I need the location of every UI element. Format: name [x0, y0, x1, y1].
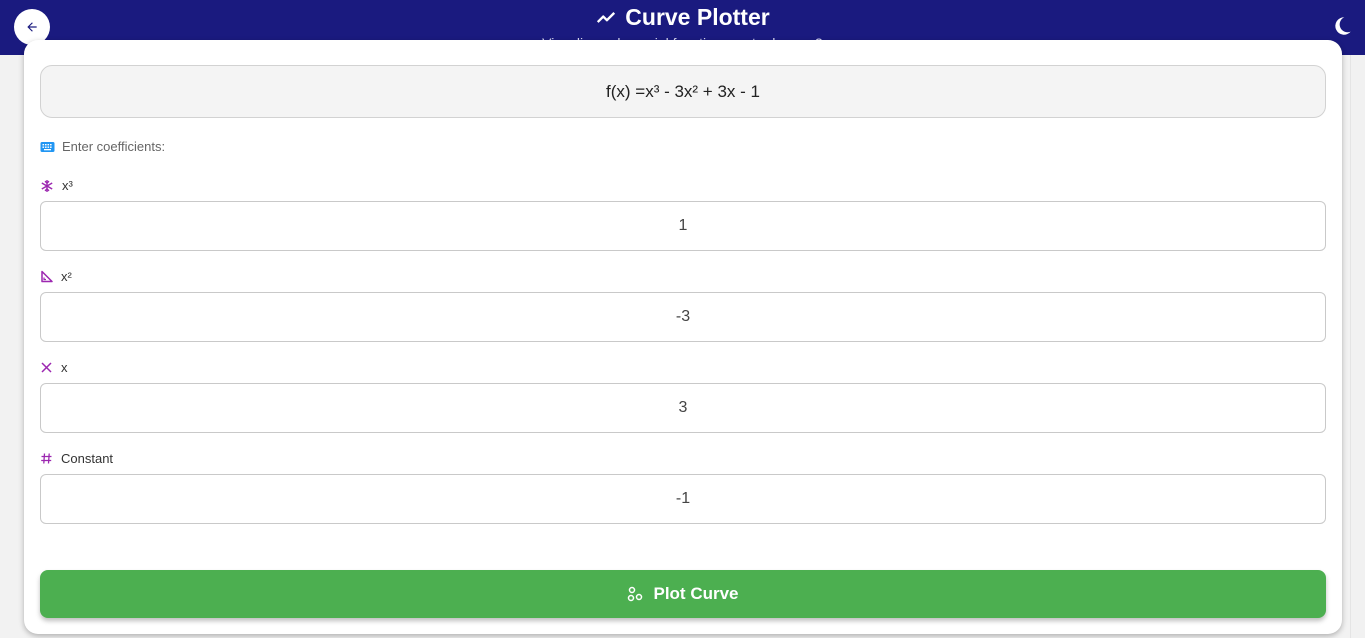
field-label-text: x: [61, 360, 68, 375]
close-icon: [40, 361, 53, 374]
formula-display: f(x) =x³ - 3x² + 3x - 1: [40, 65, 1326, 118]
field-label-x: x: [40, 360, 68, 375]
field-label-text: x²: [61, 269, 72, 284]
plot-curve-label: Plot Curve: [653, 584, 739, 603]
field-label-constant: Constant: [40, 451, 113, 466]
constant-input[interactable]: [40, 474, 1326, 524]
field-label-text: Constant: [61, 451, 114, 466]
keyboard-icon: [40, 141, 55, 153]
field-label-x2: x²: [40, 269, 72, 284]
x-coefficient-input[interactable]: [40, 383, 1326, 433]
trending-up-icon: [595, 6, 617, 28]
moon-icon: [1331, 15, 1353, 37]
field-label-x3: x³: [40, 178, 73, 193]
snowflake-icon: [40, 179, 54, 193]
page-title: Curve Plotter: [625, 4, 770, 30]
title-row: Curve Plotter: [0, 3, 1365, 31]
coefficient-card: f(x) =x³ - 3x² + 3x - 1 Enter coefficien…: [24, 40, 1342, 634]
x3-coefficient-input[interactable]: [40, 201, 1326, 251]
x2-coefficient-input[interactable]: [40, 292, 1326, 342]
coefficients-heading: Enter coefficients:: [40, 139, 165, 154]
square-foot-icon: [40, 270, 53, 283]
field-label-text: x³: [62, 178, 73, 193]
theme-toggle-button[interactable]: [1329, 14, 1355, 40]
hash-icon: [40, 452, 53, 465]
coefficients-heading-text: Enter coefficients:: [62, 139, 166, 154]
scatter-icon: [627, 586, 643, 602]
plot-curve-button[interactable]: Plot Curve: [40, 570, 1326, 618]
vertical-scrollbar[interactable]: [1350, 55, 1365, 638]
